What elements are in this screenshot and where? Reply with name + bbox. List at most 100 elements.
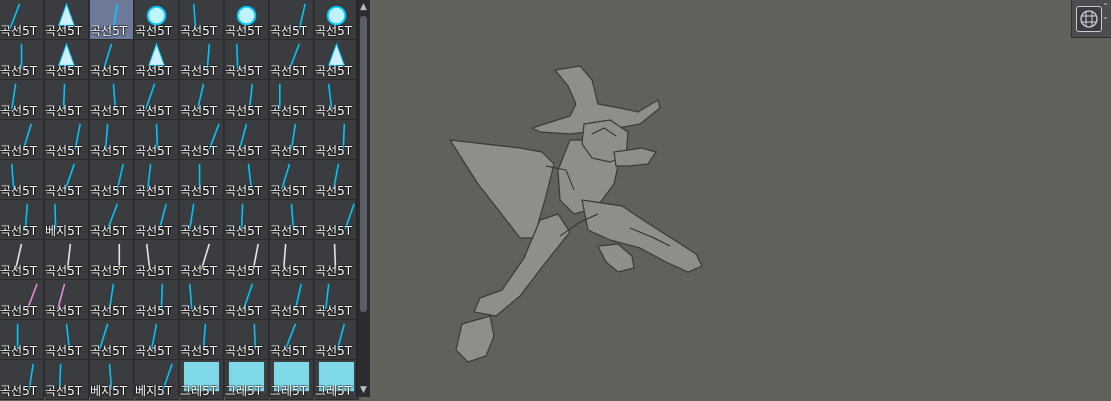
brush-thumbnail[interactable]: 곡선5T xyxy=(45,360,89,400)
brush-label: 곡선5T xyxy=(45,185,83,198)
brush-thumbnail[interactable]: 곡선5T xyxy=(90,320,134,360)
brush-thumbnail[interactable]: 곡선5T xyxy=(45,280,89,320)
brush-thumbnail[interactable]: 곡선5T xyxy=(0,280,44,320)
brush-thumbnail[interactable]: 곡선5T xyxy=(45,0,89,40)
brush-thumbnail[interactable]: 곡선5T xyxy=(0,240,44,280)
brush-thumbnail[interactable]: 곡선5T xyxy=(315,160,359,200)
brush-thumbnail[interactable]: 곡선5T xyxy=(180,80,224,120)
scrollbar-thumb[interactable] xyxy=(360,16,367,312)
panel-scrollbar[interactable]: ▲ ▼ xyxy=(356,0,370,397)
brush-thumbnail[interactable]: 곡선5T xyxy=(135,160,179,200)
brush-thumbnail[interactable]: 곡선5T xyxy=(45,320,89,360)
brush-thumbnail[interactable]: 곡선5T xyxy=(45,40,89,80)
brush-label: 곡선5T xyxy=(315,345,353,358)
brush-thumbnail[interactable]: 곡선5T xyxy=(315,240,359,280)
brush-thumbnail[interactable]: 곡선5T xyxy=(225,240,269,280)
brush-thumbnail[interactable]: 곡선5T xyxy=(45,160,89,200)
brush-thumbnail[interactable]: 곡선5T xyxy=(90,0,134,40)
brush-thumbnail[interactable]: 곡선5T xyxy=(0,200,44,240)
brush-label: 곡선5T xyxy=(315,145,353,158)
brush-thumbnail[interactable]: 곡선5T xyxy=(270,120,314,160)
brush-thumbnail[interactable]: 곡선5T xyxy=(0,0,44,40)
brush-thumbnail[interactable]: 곡선5T xyxy=(135,320,179,360)
grid-view-icon[interactable] xyxy=(1076,6,1102,32)
brush-thumbnail[interactable]: 베지5T xyxy=(135,360,179,400)
arrow-down-icon[interactable]: ▼ xyxy=(357,384,370,396)
brush-thumbnail[interactable]: 곡선5T xyxy=(270,280,314,320)
brush-thumbnail[interactable]: 곡선5T xyxy=(0,360,44,400)
brush-thumbnail[interactable]: 곡선5T xyxy=(225,40,269,80)
brush-thumbnail[interactable]: 곡선5T xyxy=(225,120,269,160)
brush-thumbnail[interactable]: 그레5T xyxy=(225,360,269,400)
brush-thumbnail[interactable]: 곡선5T xyxy=(90,160,134,200)
brush-label: 곡선5T xyxy=(225,345,263,358)
brush-thumbnail[interactable]: 곡선5T xyxy=(180,40,224,80)
brush-label: 곡선5T xyxy=(45,265,83,278)
brush-label: 곡선5T xyxy=(135,185,173,198)
brush-thumbnail[interactable]: 곡선5T xyxy=(0,320,44,360)
chevron-icon[interactable]: ⌃ ⌄ xyxy=(1101,2,1110,34)
brush-thumbnail[interactable]: 곡선5T xyxy=(270,160,314,200)
brush-thumbnail[interactable]: 곡선5T xyxy=(315,40,359,80)
brush-thumbnail[interactable]: 곡선5T xyxy=(225,200,269,240)
brush-thumbnail[interactable]: 곡선5T xyxy=(135,0,179,40)
brush-thumbnail[interactable]: 그레5T xyxy=(270,360,314,400)
brush-thumbnail[interactable]: 곡선5T xyxy=(315,320,359,360)
brush-thumbnail[interactable]: 그레5T xyxy=(180,360,224,400)
brush-thumbnail[interactable]: 곡선5T xyxy=(135,280,179,320)
brush-thumbnail[interactable]: 곡선5T xyxy=(180,120,224,160)
brush-thumbnail[interactable]: 곡선5T xyxy=(225,280,269,320)
brush-thumbnail[interactable]: 곡선5T xyxy=(0,120,44,160)
brush-thumbnail[interactable]: 곡선5T xyxy=(315,120,359,160)
brush-thumbnail[interactable]: 곡선5T xyxy=(0,160,44,200)
brush-label: 곡선5T xyxy=(315,225,353,238)
brush-label: 곡선5T xyxy=(180,185,218,198)
brush-label: 곡선5T xyxy=(270,185,308,198)
brush-thumbnail[interactable]: 곡선5T xyxy=(225,80,269,120)
brush-thumbnail[interactable]: 곡선5T xyxy=(90,120,134,160)
brush-thumbnail[interactable]: 곡선5T xyxy=(270,80,314,120)
arrow-up-icon[interactable]: ▲ xyxy=(357,1,370,13)
brush-thumbnail[interactable]: 곡선5T xyxy=(135,120,179,160)
brush-thumbnail[interactable]: 곡선5T xyxy=(270,40,314,80)
brush-thumbnail[interactable]: 곡선5T xyxy=(270,0,314,40)
brush-thumbnail[interactable]: 곡선5T xyxy=(180,240,224,280)
brush-thumbnail[interactable]: 곡선5T xyxy=(180,200,224,240)
brush-thumbnail[interactable]: 곡선5T xyxy=(135,40,179,80)
brush-thumbnail[interactable]: 곡선5T xyxy=(90,280,134,320)
brush-thumbnail[interactable]: 곡선5T xyxy=(135,80,179,120)
brush-thumbnail[interactable]: 곡선5T xyxy=(90,40,134,80)
brush-thumbnail[interactable]: 곡선5T xyxy=(45,120,89,160)
brush-thumbnail[interactable]: 곡선5T xyxy=(45,240,89,280)
brush-thumbnail[interactable]: 곡선5T xyxy=(135,200,179,240)
brush-thumbnail[interactable]: 곡선5T xyxy=(315,80,359,120)
brush-thumbnail[interactable]: 곡선5T xyxy=(315,280,359,320)
brush-thumbnail[interactable]: 그레5T xyxy=(315,360,359,400)
brush-thumbnail[interactable]: 곡선5T xyxy=(270,240,314,280)
brush-label: 곡선5T xyxy=(135,105,173,118)
brush-thumbnail[interactable]: 베지5T xyxy=(90,360,134,400)
brush-thumbnail[interactable]: 곡선5T xyxy=(90,240,134,280)
brush-thumbnail[interactable]: 곡선5T xyxy=(270,320,314,360)
brush-thumbnail[interactable]: 곡선5T xyxy=(180,0,224,40)
brush-thumbnail[interactable]: 베지5T xyxy=(45,200,89,240)
brush-thumbnail[interactable]: 곡선5T xyxy=(225,160,269,200)
brush-label: 곡선5T xyxy=(0,265,38,278)
brush-label: 곡선5T xyxy=(0,105,38,118)
brush-thumbnail[interactable]: 곡선5T xyxy=(180,160,224,200)
brush-label: 곡선5T xyxy=(225,225,263,238)
brush-thumbnail[interactable]: 곡선5T xyxy=(180,320,224,360)
brush-thumbnail[interactable]: 곡선5T xyxy=(135,240,179,280)
brush-thumbnail[interactable]: 곡선5T xyxy=(225,0,269,40)
brush-thumbnail[interactable]: 곡선5T xyxy=(180,280,224,320)
brush-thumbnail[interactable]: 곡선5T xyxy=(315,0,359,40)
drawing-canvas[interactable] xyxy=(370,0,1111,397)
brush-thumbnail[interactable]: 곡선5T xyxy=(0,40,44,80)
brush-thumbnail[interactable]: 곡선5T xyxy=(90,80,134,120)
brush-thumbnail[interactable]: 곡선5T xyxy=(270,200,314,240)
brush-thumbnail[interactable]: 곡선5T xyxy=(0,80,44,120)
brush-thumbnail[interactable]: 곡선5T xyxy=(45,80,89,120)
brush-thumbnail[interactable]: 곡선5T xyxy=(225,320,269,360)
brush-thumbnail[interactable]: 곡선5T xyxy=(90,200,134,240)
brush-thumbnail[interactable]: 곡선5T xyxy=(315,200,359,240)
